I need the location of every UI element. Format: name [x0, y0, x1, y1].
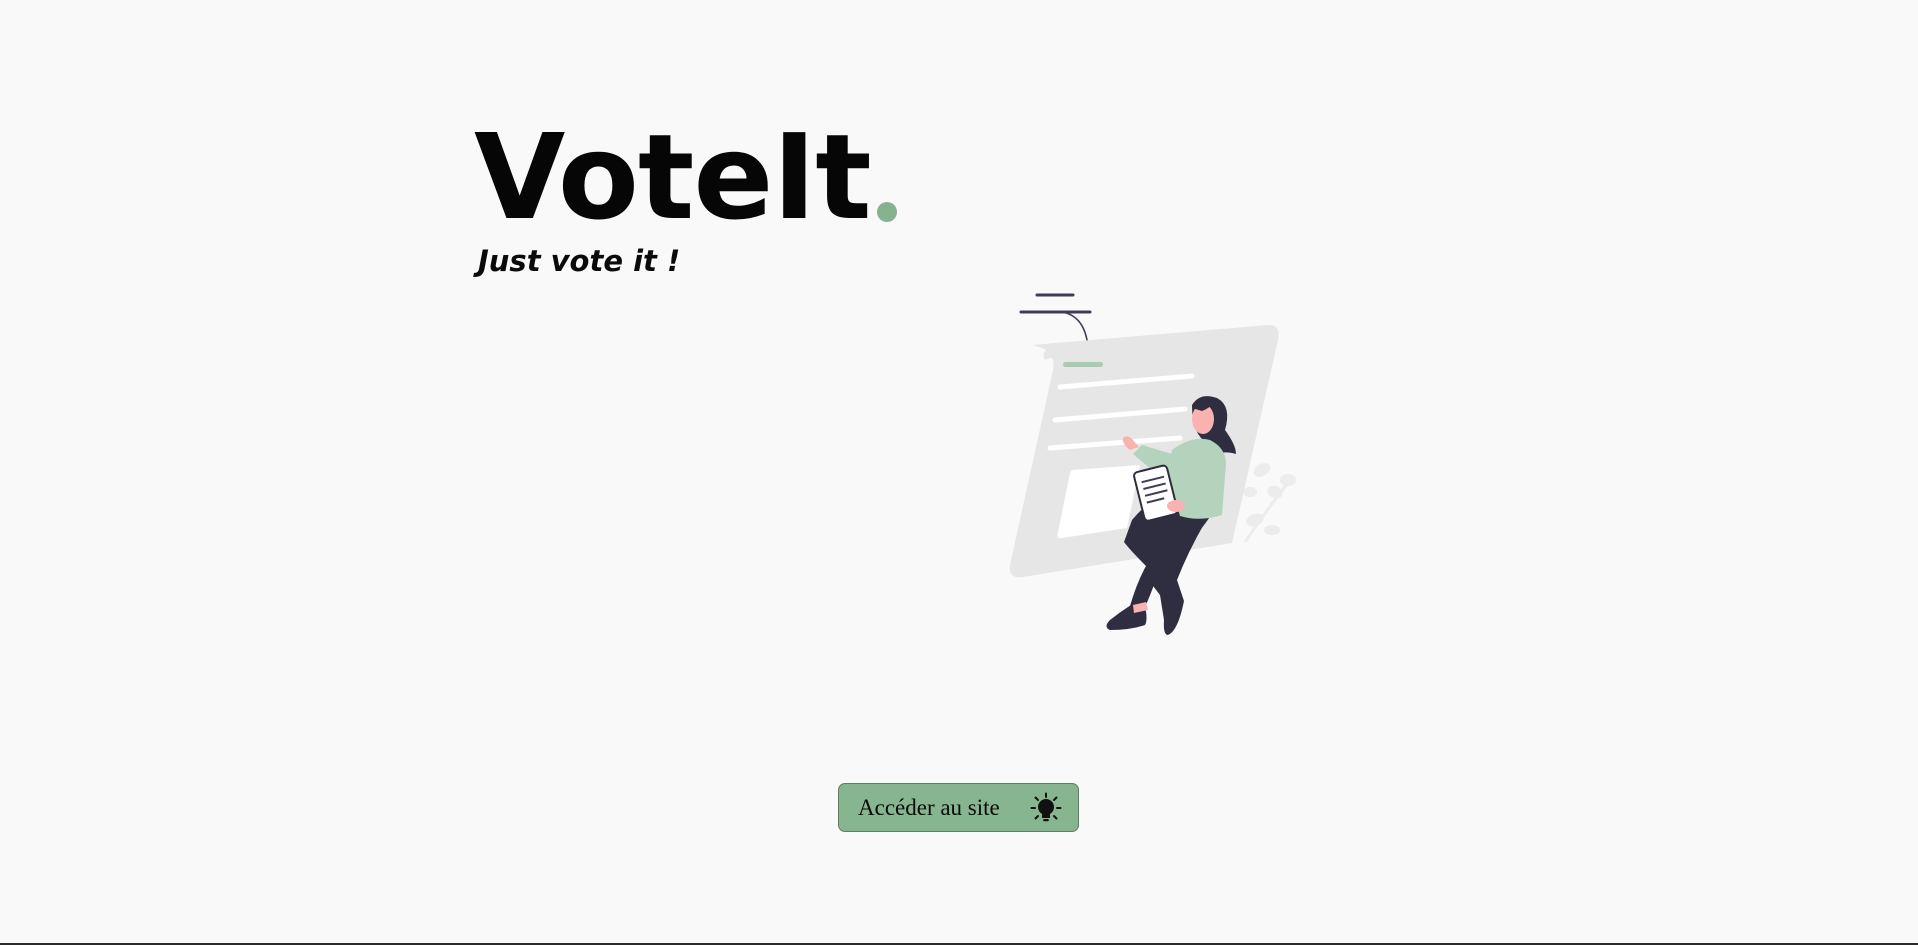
brand-dot-icon — [876, 202, 897, 222]
access-site-button-label: Accéder au site — [858, 794, 1000, 820]
woman-voting-illustration — [1009, 293, 1296, 635]
access-site-button[interactable]: Accéder au site — [838, 783, 1079, 832]
brand-tagline: Just vote it ! — [478, 244, 681, 278]
lightbulb-icon — [1030, 792, 1062, 821]
brand-logo: VoteIt — [474, 118, 897, 236]
brand-name: VoteIt — [474, 108, 872, 246]
